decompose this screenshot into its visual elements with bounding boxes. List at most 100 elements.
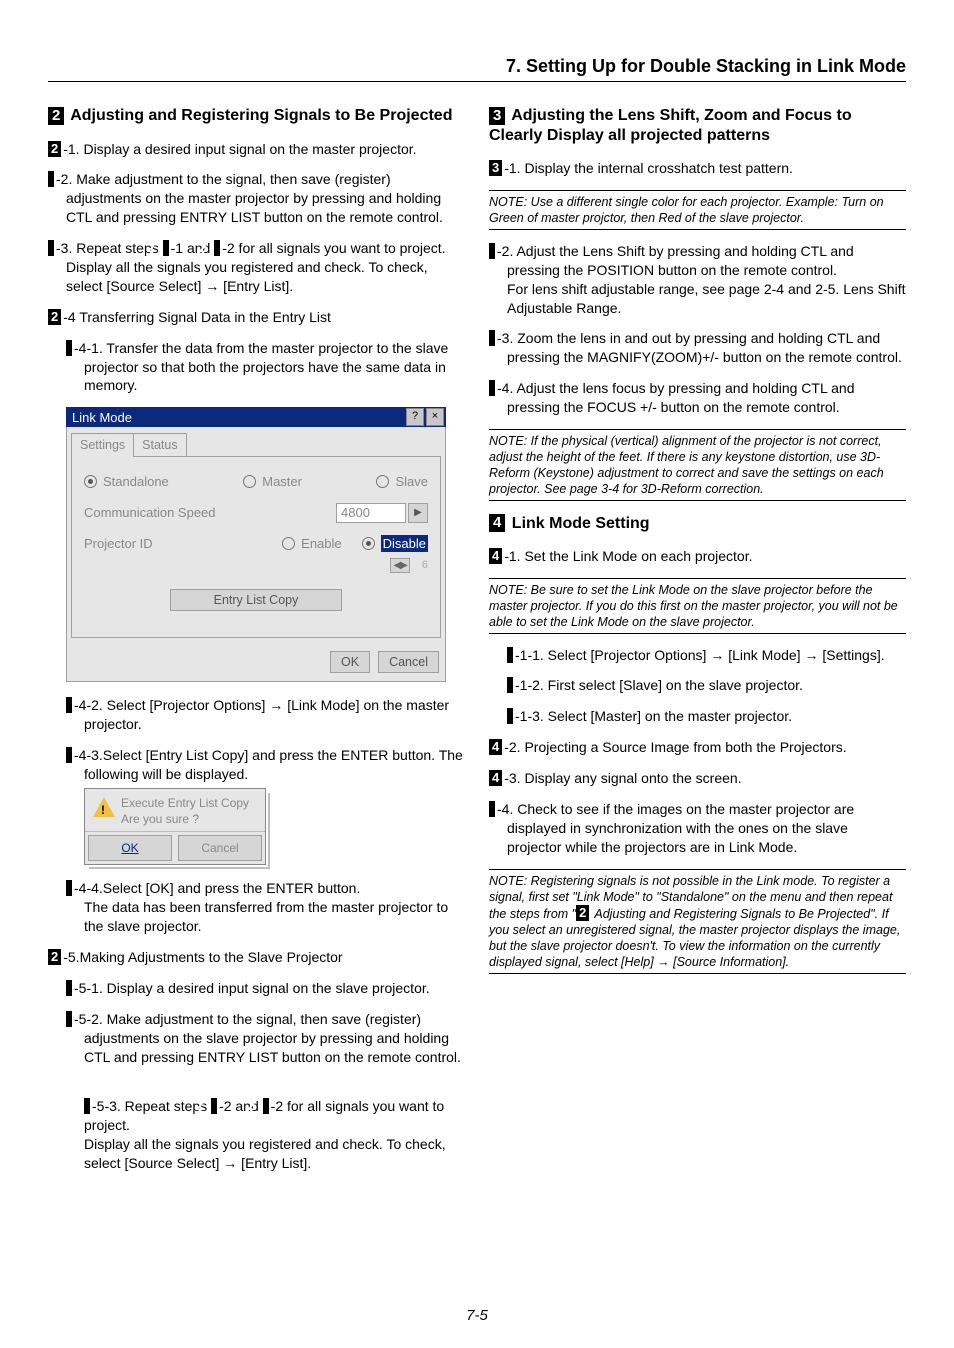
boxnum-2: 2 bbox=[163, 240, 169, 256]
boxnum-2: 2 bbox=[48, 141, 61, 157]
p2-4-text: -4 Transferring Signal Data in the Entry… bbox=[63, 309, 331, 325]
boxnum-4: 4 bbox=[507, 708, 513, 724]
warning-icon: ! bbox=[93, 797, 115, 817]
help-icon[interactable]: ? bbox=[406, 408, 424, 426]
confirm-line2: Are you sure ? bbox=[121, 811, 249, 827]
sec2-title: 2 Adjusting and Registering Signals to B… bbox=[48, 106, 465, 126]
boxnum-2: 2 bbox=[66, 747, 72, 763]
entry-list-copy-button[interactable]: Entry List Copy bbox=[170, 589, 342, 611]
note-3a: NOTE: Use a different single color for e… bbox=[489, 190, 906, 230]
p2-1: 2-1. Display a desired input signal on t… bbox=[48, 140, 465, 159]
p2-4: 2-4 Transferring Signal Data in the Entr… bbox=[48, 308, 465, 327]
p4-1-3-text: -1-3. Select [Master] on the master proj… bbox=[515, 708, 792, 724]
boxnum-4: 4 bbox=[489, 801, 495, 817]
p2-4-1-text: -4-1. Transfer the data from the master … bbox=[74, 340, 448, 394]
p4-4-text: -4. Check to see if the images on the ma… bbox=[497, 801, 854, 855]
p3-2: 3-2. Adjust the Lens Shift by pressing a… bbox=[489, 242, 906, 318]
p2-5-text: -5.Making Adjustments to the Slave Proje… bbox=[63, 949, 342, 965]
boxnum-4: 4 bbox=[489, 770, 502, 786]
cancel-button[interactable]: Cancel bbox=[378, 651, 439, 673]
radio-disable[interactable]: Disable bbox=[362, 535, 428, 553]
dialog-title: Link Mode bbox=[72, 409, 132, 427]
confirm-dialog: ! Execute Entry List Copy Are you sure ?… bbox=[84, 788, 266, 866]
confirm-ok-button[interactable]: OK bbox=[88, 835, 172, 861]
p4-1: 4-1. Set the Link Mode on each projector… bbox=[489, 547, 906, 566]
p2-2-text: -2. Make adjustment to the signal, then … bbox=[56, 171, 443, 225]
boxnum-4: 4 bbox=[489, 739, 502, 755]
confirm-cancel-button[interactable]: Cancel bbox=[178, 835, 262, 861]
p4-3: 4-3. Display any signal onto the screen. bbox=[489, 769, 906, 788]
boxnum-2: 2 bbox=[214, 240, 220, 256]
p2-1-text: -1. Display a desired input signal on th… bbox=[63, 141, 416, 157]
p4-2: 4-2. Projecting a Source Image from both… bbox=[489, 738, 906, 757]
dropdown-icon[interactable]: ▶ bbox=[408, 503, 428, 523]
sec4-title-text: Link Mode Setting bbox=[507, 515, 649, 532]
id-stepper[interactable]: ◀▶ bbox=[390, 558, 409, 573]
left-column: 2 Adjusting and Registering Signals to B… bbox=[48, 104, 465, 1185]
radio-standalone[interactable]: Standalone bbox=[84, 473, 169, 491]
boxnum-2: 2 bbox=[576, 905, 589, 921]
p3-4-text: -4. Adjust the lens focus by pressing an… bbox=[497, 380, 854, 415]
p2-4-3: 2-4-3.Select [Entry List Copy] and press… bbox=[48, 746, 465, 784]
p4-2-text: -2. Projecting a Source Image from both … bbox=[504, 739, 846, 755]
boxnum-3: 3 bbox=[489, 330, 495, 346]
p4-1-3: 4-1-3. Select [Master] on the master pro… bbox=[489, 707, 906, 726]
comm-speed-label: Communication Speed bbox=[84, 504, 216, 522]
p2-4-1: 2-4-1. Transfer the data from the master… bbox=[48, 339, 465, 396]
p2-2: 2-2. Make adjustment to the signal, then… bbox=[48, 170, 465, 227]
p2-4-2-text: -4-2. Select [Projector Options] → [Link… bbox=[74, 697, 449, 732]
p2-4-4-text: -4-4.Select [OK] and press the ENTER but… bbox=[74, 880, 448, 934]
boxnum-4: 4 bbox=[489, 514, 505, 532]
ok-button[interactable]: OK bbox=[330, 651, 370, 673]
boxnum-4: 4 bbox=[489, 548, 502, 564]
radio-slave[interactable]: Slave bbox=[376, 473, 428, 491]
p2-5: 2-5.Making Adjustments to the Slave Proj… bbox=[48, 948, 465, 967]
chapter-title: 7. Setting Up for Double Stacking in Lin… bbox=[48, 56, 906, 82]
note-4a: NOTE: Be sure to set the Link Mode on th… bbox=[489, 578, 906, 634]
id-end-label: 6 bbox=[422, 558, 428, 573]
boxnum-2: 2 bbox=[48, 309, 61, 325]
p3-1: 3-1. Display the internal crosshatch tes… bbox=[489, 159, 906, 178]
radio-enable-label: Enable bbox=[301, 535, 341, 553]
right-column: 3 Adjusting the Lens Shift, Zoom and Foc… bbox=[489, 104, 906, 1185]
p4-1-1-text: -1-1. Select [Projector Options] → [Link… bbox=[515, 647, 885, 663]
boxnum-2: 2 bbox=[66, 980, 72, 996]
boxnum-2: 2 bbox=[263, 1098, 269, 1114]
p4-1-2-text: -1-2. First select [Slave] on the slave … bbox=[515, 677, 803, 693]
radio-master[interactable]: Master bbox=[243, 473, 302, 491]
p3-2-text: -2. Adjust the Lens Shift by pressing an… bbox=[497, 243, 905, 316]
p2-5-3b: -2 and bbox=[219, 1098, 263, 1114]
radio-enable[interactable]: Enable bbox=[282, 535, 341, 553]
p2-5-3a: -5-3. Repeat steps bbox=[92, 1098, 211, 1114]
tab-status[interactable]: Status bbox=[133, 433, 186, 457]
link-mode-dialog: Link Mode ? × Settings Status Standalone… bbox=[66, 407, 446, 682]
boxnum-3: 3 bbox=[489, 243, 495, 259]
page-number: 7-5 bbox=[0, 1307, 954, 1324]
boxnum-2: 2 bbox=[66, 340, 72, 356]
p2-3: 2-3. Repeat steps 2-1 and 2-2 for all si… bbox=[48, 239, 465, 296]
boxnum-2: 2 bbox=[48, 240, 54, 256]
radio-slave-label: Slave bbox=[395, 473, 428, 491]
sec3-title-text: Adjusting the Lens Shift, Zoom and Focus… bbox=[489, 107, 852, 144]
boxnum-2: 2 bbox=[48, 949, 61, 965]
p3-1-text: -1. Display the internal crosshatch test… bbox=[504, 160, 793, 176]
p2-5-1-text: -5-1. Display a desired input signal on … bbox=[74, 980, 430, 996]
boxnum-2: 2 bbox=[66, 1011, 72, 1027]
radio-disable-label: Disable bbox=[381, 535, 428, 553]
tab-settings[interactable]: Settings bbox=[71, 433, 134, 457]
boxnum-2: 2 bbox=[48, 171, 54, 187]
p4-3-text: -3. Display any signal onto the screen. bbox=[504, 770, 741, 786]
projector-id-label: Projector ID bbox=[84, 535, 153, 553]
note-3b: NOTE: If the physical (vertical) alignme… bbox=[489, 429, 906, 501]
close-icon[interactable]: × bbox=[426, 408, 444, 426]
comm-speed-field[interactable]: 4800 bbox=[336, 503, 406, 523]
radio-master-label: Master bbox=[262, 473, 302, 491]
p2-5-2-text: -5-2. Make adjustment to the signal, the… bbox=[74, 1011, 461, 1065]
p2-4-2: 2-4-2. Select [Projector Options] → [Lin… bbox=[48, 696, 465, 734]
p2-4-3-text: -4-3.Select [Entry List Copy] and press … bbox=[74, 747, 463, 782]
boxnum-4: 4 bbox=[507, 647, 513, 663]
sec3-title: 3 Adjusting the Lens Shift, Zoom and Foc… bbox=[489, 106, 906, 145]
p2-3a: -3. Repeat steps bbox=[56, 240, 163, 256]
boxnum-2: 2 bbox=[66, 697, 72, 713]
p2-4-4: 2-4-4.Select [OK] and press the ENTER bu… bbox=[48, 879, 465, 936]
